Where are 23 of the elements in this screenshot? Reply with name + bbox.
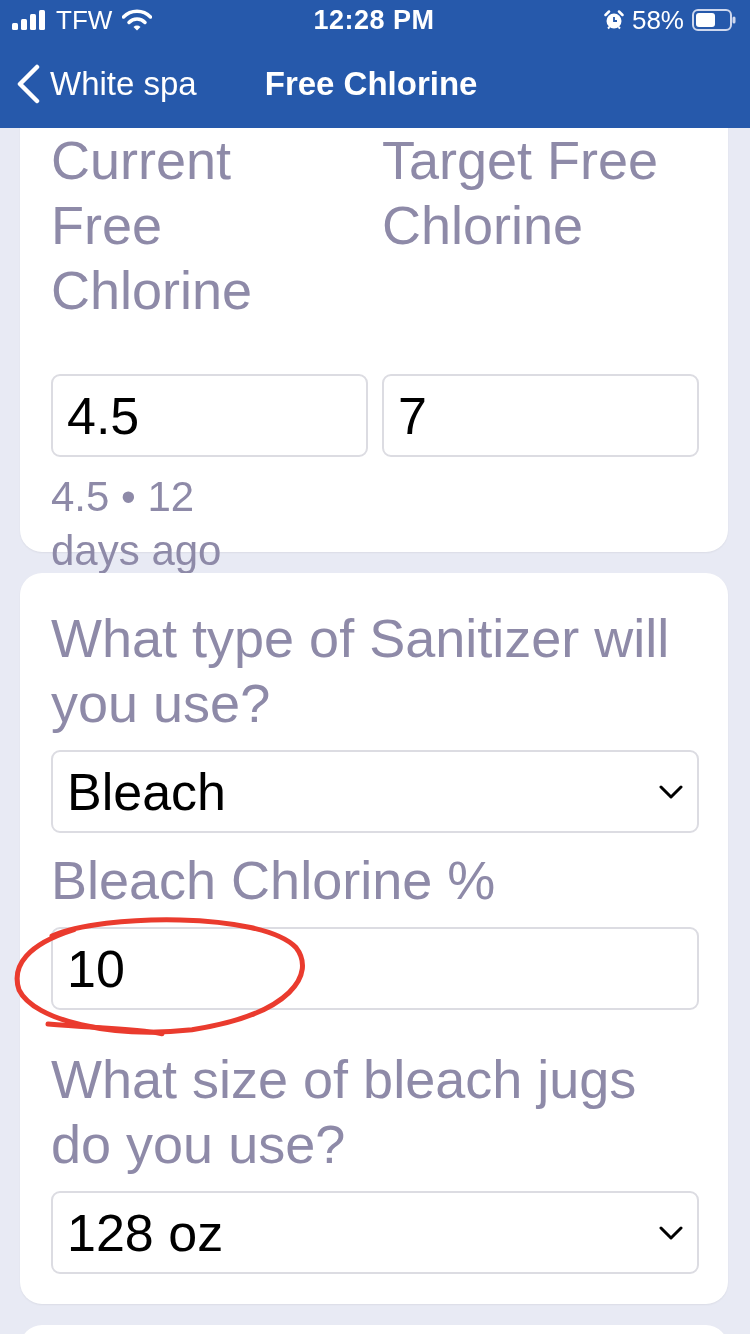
battery-percent: 58%	[631, 4, 684, 36]
page-title: Free Chlorine	[264, 65, 478, 103]
field-label: Target Free Chlorine	[382, 129, 660, 257]
field-label: Bleach Chlorine %	[51, 849, 497, 912]
carrier-name: TFW	[56, 4, 113, 36]
signal-icon	[12, 10, 46, 30]
back-button[interactable]: White spa	[16, 64, 197, 104]
field-label: Current Free Chlorine	[51, 129, 254, 322]
chevron-down-icon	[659, 1225, 683, 1240]
status-time: 12:28 PM	[313, 4, 435, 36]
alarm-clock-icon	[603, 10, 624, 30]
input-field[interactable]: 7	[382, 374, 699, 457]
chevron-left-icon	[16, 64, 40, 104]
field-label: What type of Sanitizer will you use?	[51, 607, 671, 735]
last-reading-text: 4.5 • 12 days ago	[51, 472, 223, 576]
input-field[interactable]: 10	[51, 927, 699, 1010]
chevron-down-icon	[659, 784, 683, 799]
select-dropdown[interactable]: Bleach	[51, 750, 699, 833]
field-label: What size of bleach jugs do you use?	[51, 1048, 638, 1176]
select-dropdown[interactable]: 128 oz	[51, 1191, 699, 1274]
wifi-icon	[122, 9, 153, 31]
input-field[interactable]: 4.5	[51, 374, 368, 457]
battery-icon	[692, 9, 736, 31]
